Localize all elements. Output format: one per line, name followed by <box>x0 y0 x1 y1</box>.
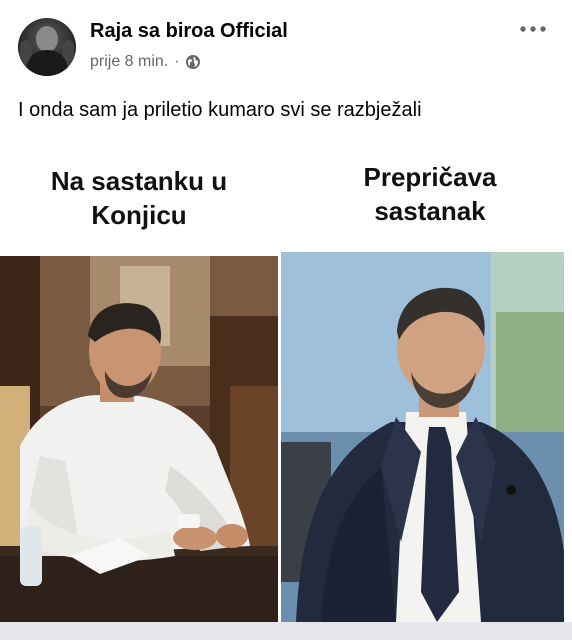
left-label-line1: Na sastanku u <box>50 166 228 196</box>
meme-image[interactable]: Na sastanku u Konjicu Prepričava sastana… <box>0 142 572 640</box>
post-footer-divider <box>0 622 572 640</box>
left-panel-label: Na sastanku u Konjicu <box>0 164 278 232</box>
right-panel-label: Prepričava sastanak <box>288 160 572 228</box>
post-timestamp[interactable]: prije 8 min. <box>90 53 168 71</box>
post-header: Raja sa biroa Official prije 8 min. · <box>0 0 572 90</box>
man-in-white-shirt-at-desk-photo <box>0 256 278 622</box>
more-options-icon[interactable] <box>518 22 548 36</box>
page-avatar[interactable] <box>18 18 76 76</box>
left-label-line2: Konjicu <box>91 200 187 230</box>
right-label-line2: sastanak <box>374 196 486 226</box>
man-in-suit-tv-studio-photo <box>281 252 564 622</box>
post-meta: prije 8 min. · <box>90 53 201 71</box>
page-name-link[interactable]: Raja sa biroa Official <box>90 20 288 43</box>
meta-separator: · <box>174 53 180 70</box>
facebook-post: Raja sa biroa Official prije 8 min. · I … <box>0 0 572 640</box>
right-label-line1: Prepričava <box>363 162 497 192</box>
post-caption: I onda sam ja priletio kumaro svi se raz… <box>18 99 422 121</box>
globe-icon <box>185 55 200 69</box>
